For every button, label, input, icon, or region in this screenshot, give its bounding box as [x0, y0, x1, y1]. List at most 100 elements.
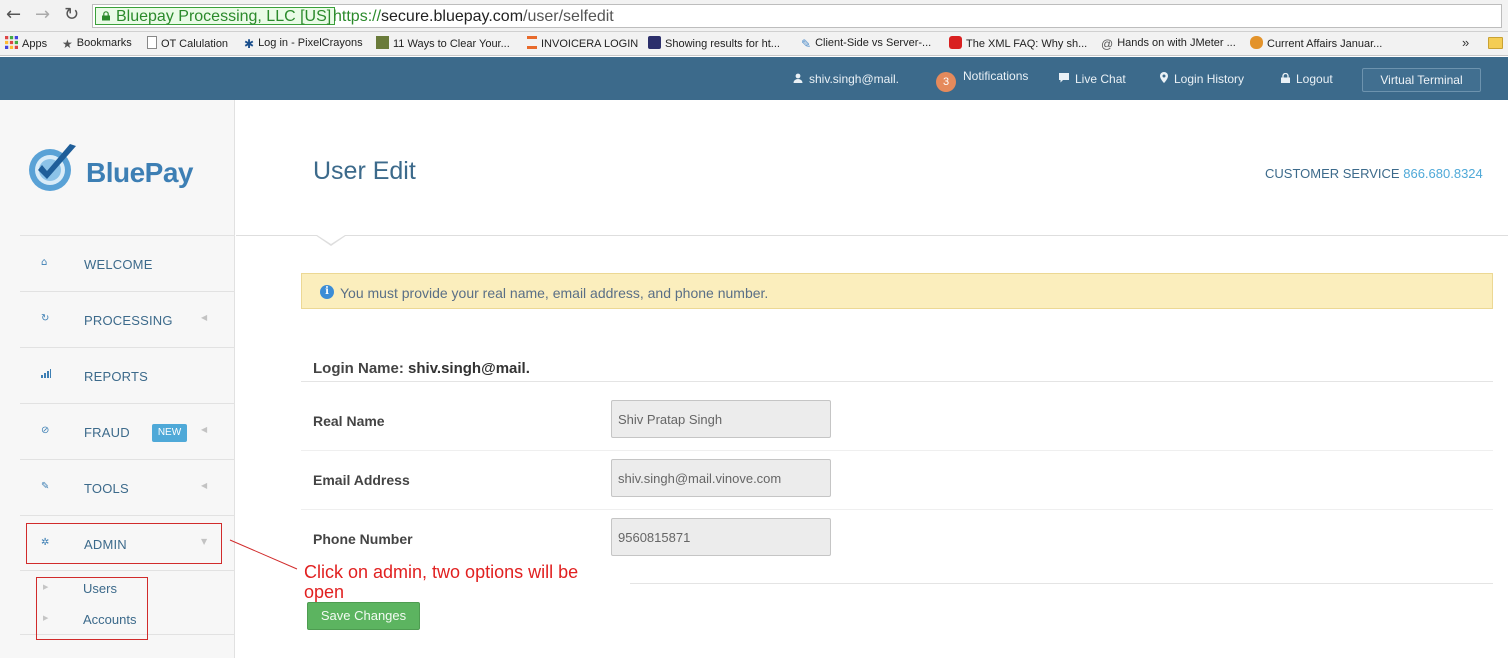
site-icon	[376, 36, 389, 49]
logout-link[interactable]: Logout	[1281, 72, 1333, 88]
bookmark-label: Hands on with JMeter ...	[1117, 37, 1236, 49]
url-text: https://secure.bluepay.com/user/selfedit	[333, 8, 614, 25]
login-history-label: Login History	[1174, 72, 1245, 86]
sidebar-item-tools[interactable]: ✎ TOOLS ◀	[20, 459, 235, 515]
invoicera-icon	[527, 36, 537, 49]
caret-left-icon: ◀	[201, 481, 208, 490]
row-divider	[301, 509, 1493, 510]
alert-text: You must provide your real name, email a…	[340, 285, 769, 301]
phone-number-label: Phone Number	[313, 531, 413, 547]
row-divider	[301, 450, 1493, 451]
sidebar-item-label: REPORTS	[84, 369, 149, 384]
sidebar-item-processing[interactable]: ↻ PROCESSING ◀	[20, 291, 235, 347]
sidebar-item-fraud[interactable]: ⊘ FRAUD NEW ◀	[20, 403, 235, 459]
bar-chart-icon	[41, 369, 51, 381]
info-icon: i	[320, 285, 334, 299]
live-chat-label: Live Chat	[1075, 72, 1126, 86]
bookmark-label: 11 Ways to Clear Your...	[393, 38, 510, 50]
caret-left-icon: ◀	[201, 425, 208, 434]
email-address-label: Email Address	[313, 472, 410, 488]
lock-icon	[102, 11, 110, 21]
login-history-link[interactable]: Login History	[1160, 72, 1244, 88]
annotation-pointer-line	[229, 539, 298, 570]
caret-left-icon: ◀	[201, 313, 208, 322]
bookmark-invoicera[interactable]: INVOICERA LOGIN	[527, 36, 638, 51]
site-icon	[648, 36, 661, 49]
lock-icon	[1281, 72, 1290, 88]
annotation-box-admin	[26, 523, 222, 564]
notifications-label: Notifications	[963, 69, 1029, 83]
email-address-input[interactable]	[611, 459, 831, 497]
more-bookmarks-chevron-icon[interactable]: »	[1462, 35, 1469, 50]
chat-bubble-icon	[1059, 73, 1069, 88]
bookmark-pixelcrayons[interactable]: ✱ Log in - PixelCrayons	[244, 36, 363, 51]
page-title: User Edit	[313, 157, 416, 185]
wrench-icon: ✎	[41, 481, 50, 492]
refresh-icon: ↻	[41, 313, 50, 324]
bookmark-11-ways[interactable]: 11 Ways to Clear Your...	[376, 36, 510, 51]
bookmark-showing-results[interactable]: Showing results for ht...	[648, 36, 780, 51]
ev-label: Bluepay Processing, LLC [US]	[116, 8, 332, 25]
folder-icon[interactable]	[1488, 37, 1503, 49]
bookmark-bookmarks[interactable]: ★ Bookmarks	[62, 36, 132, 51]
real-name-label: Real Name	[313, 413, 385, 429]
sidebar-item-welcome[interactable]: ⌂ WELCOME	[20, 235, 235, 291]
back-arrow-icon[interactable]: ←	[6, 5, 21, 25]
bookmark-ot-calulation[interactable]: OT Calulation	[147, 36, 228, 51]
site-icon	[949, 36, 962, 49]
bookmark-label: Current Affairs Januar...	[1267, 38, 1383, 50]
bookmark-label: Bookmarks	[76, 37, 132, 49]
sidebar-item-reports[interactable]: REPORTS	[20, 347, 235, 403]
bookmark-label: Client-Side vs Server-...	[815, 37, 932, 49]
bookmark-current-affairs[interactable]: Current Affairs Januar...	[1250, 36, 1382, 51]
page-icon	[147, 36, 157, 49]
bookmark-label: Apps	[22, 38, 48, 50]
bluepay-logo[interactable]: BluePay	[26, 140, 206, 200]
bookmarks-bar: Apps ★ Bookmarks OT Calulation ✱ Log in - …	[0, 32, 1508, 56]
real-name-input[interactable]	[611, 400, 831, 438]
bookmark-jmeter[interactable]: @ Hands on with JMeter ...	[1101, 36, 1236, 51]
customer-service-phone[interactable]: 866.680.8324	[1403, 166, 1483, 181]
bookmark-apps[interactable]: Apps	[5, 36, 47, 51]
form-footer-divider	[630, 583, 1493, 584]
reload-icon[interactable]: ↻	[64, 5, 79, 25]
sidebar: BluePay ⌂ WELCOME ↻ PROCESSING ◀ REPORTS…	[0, 100, 235, 658]
new-badge: NEW	[152, 424, 187, 442]
sidebar-item-label: FRAUD	[84, 425, 130, 440]
annotation-text: Click on admin, two options will be open	[304, 562, 579, 602]
bookmark-xml-faq[interactable]: The XML FAQ: Why sh...	[949, 36, 1087, 51]
logout-label: Logout	[1296, 72, 1333, 86]
home-icon: ⌂	[41, 257, 48, 268]
ev-certificate-badge[interactable]: Bluepay Processing, LLC [US]	[95, 7, 336, 25]
sidebar-item-label: PROCESSING	[84, 313, 173, 328]
info-alert: i You must provide your real name, email…	[301, 273, 1493, 309]
login-name-value: shiv.singh@mail.	[408, 360, 530, 377]
app-topbar: shiv.singh@mail. 3 Notifications Live Cha…	[0, 57, 1508, 100]
apps-grid-icon	[5, 36, 18, 49]
url-input[interactable]: Bluepay Processing, LLC [US] https://sec…	[92, 4, 1502, 28]
phone-number-input[interactable]	[611, 518, 831, 556]
url-scheme: https://	[333, 8, 382, 25]
virtual-terminal-button[interactable]: Virtual Terminal	[1362, 68, 1481, 92]
sidebar-item-label: WELCOME	[84, 257, 153, 272]
customer-service-label: CUSTOMER SERVICE	[1265, 166, 1400, 181]
site-icon: @	[1101, 37, 1114, 51]
user-menu[interactable]: shiv.singh@mail.	[793, 72, 899, 88]
browser-address-bar: ← → ↻ Bluepay Processing, LLC [US] https…	[0, 0, 1508, 32]
site-icon	[1250, 36, 1263, 49]
user-icon	[793, 73, 803, 88]
bookmark-label: INVOICERA LOGIN	[541, 38, 639, 50]
save-changes-button[interactable]: Save Changes	[307, 602, 420, 630]
notifications-link[interactable]: 3 Notifications	[936, 69, 1028, 92]
logo-text: BluePay	[86, 157, 194, 188]
forward-arrow-icon[interactable]: →	[35, 5, 50, 25]
live-chat-link[interactable]: Live Chat	[1059, 72, 1126, 88]
bookmark-label: OT Calulation	[161, 38, 229, 50]
bookmark-label: Showing results for ht...	[665, 38, 780, 50]
form-divider	[301, 381, 1493, 382]
notification-count-badge: 3	[936, 72, 956, 92]
bookmark-client-side[interactable]: ✎ Client-Side vs Server-...	[801, 36, 932, 51]
ban-icon: ⊘	[41, 425, 50, 436]
annotation-box-subitems	[36, 577, 148, 640]
bluepay-check-logo-icon	[29, 144, 76, 191]
